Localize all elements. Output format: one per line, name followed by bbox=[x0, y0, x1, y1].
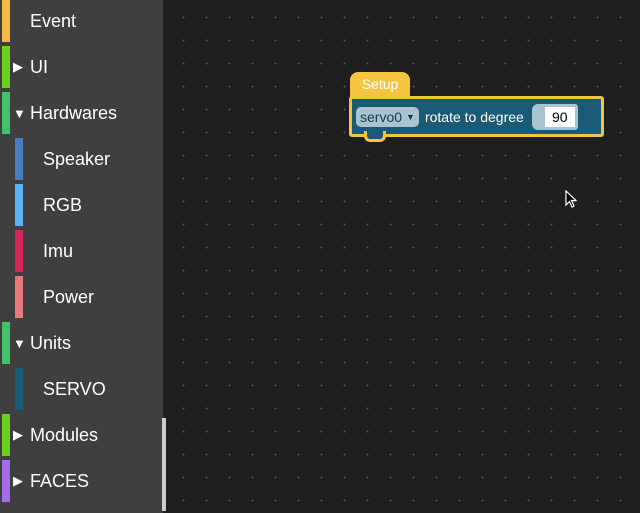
toolbox-item-imu[interactable]: Imu bbox=[0, 230, 160, 272]
toolbox-item-label: Modules bbox=[30, 424, 99, 445]
servo-dropdown-value: servo0 bbox=[360, 108, 403, 125]
block-text: rotate to degree bbox=[424, 108, 524, 125]
category-color-bar bbox=[15, 230, 23, 272]
servo-dropdown[interactable]: servo0 ▼ bbox=[356, 106, 419, 127]
category-color-bar bbox=[15, 138, 23, 180]
toolbox-item-event[interactable]: Event bbox=[0, 0, 160, 42]
toolbox-sidebar: Event ▶ UI ▼ Hardwares Speaker RGB Imu Power ▼ Uni… bbox=[0, 0, 163, 513]
toolbox-item-hardwares[interactable]: ▼ Hardwares bbox=[0, 92, 160, 134]
toolbox-item-label: Power bbox=[43, 286, 95, 307]
toolbox-item-rgb[interactable]: RGB bbox=[0, 184, 160, 226]
setup-label: Setup bbox=[361, 76, 399, 92]
block-next-connector bbox=[364, 131, 386, 142]
toolbox-item-servo[interactable]: SERVO bbox=[0, 368, 160, 410]
sidebar-scrollbar[interactable] bbox=[162, 418, 166, 511]
servo-rotate-block[interactable]: servo0 ▼ rotate to degree 90 bbox=[349, 96, 604, 137]
toolbox-item-label: Speaker bbox=[43, 148, 111, 169]
category-color-bar bbox=[2, 322, 10, 364]
toolbox-item-label: RGB bbox=[43, 194, 83, 215]
toolbox-item-modules[interactable]: ▶ Modules bbox=[0, 414, 160, 456]
toolbox-item-units[interactable]: ▼ Units bbox=[0, 322, 160, 364]
category-color-bar bbox=[2, 46, 10, 88]
toolbox-item-label: FACES bbox=[30, 470, 90, 491]
mouse-cursor-icon bbox=[565, 190, 578, 208]
degree-input-slot: 90 bbox=[531, 103, 578, 130]
chevron-down-icon: ▼ bbox=[406, 111, 415, 122]
category-color-bar bbox=[15, 184, 23, 226]
toolbox-item-label: Imu bbox=[43, 240, 74, 261]
toolbox-item-power[interactable]: Power bbox=[0, 276, 160, 318]
toolbox-item-label: Units bbox=[30, 332, 72, 353]
caret-down-icon[interactable]: ▼ bbox=[13, 106, 26, 121]
caret-right-icon[interactable]: ▶ bbox=[13, 473, 23, 489]
toolbox-item-label: UI bbox=[30, 56, 48, 77]
toolbox-item-label: SERVO bbox=[43, 378, 106, 399]
toolbox-item-faces[interactable]: ▶ FACES bbox=[0, 460, 160, 502]
category-color-bar bbox=[2, 414, 10, 456]
category-color-bar bbox=[15, 276, 23, 318]
caret-down-icon[interactable]: ▼ bbox=[13, 336, 26, 351]
toolbox-item-label: Hardwares bbox=[30, 102, 118, 123]
category-color-bar bbox=[2, 460, 10, 502]
category-color-bar bbox=[2, 0, 10, 42]
category-color-bar bbox=[15, 368, 23, 410]
caret-right-icon[interactable]: ▶ bbox=[13, 427, 23, 443]
toolbox-item-ui[interactable]: ▶ UI bbox=[0, 46, 160, 88]
category-color-bar bbox=[2, 92, 10, 134]
toolbox-item-speaker[interactable]: Speaker bbox=[0, 138, 160, 180]
degree-input[interactable]: 90 bbox=[544, 106, 575, 127]
toolbox-item-label: Event bbox=[30, 10, 77, 31]
caret-right-icon[interactable]: ▶ bbox=[13, 59, 23, 75]
